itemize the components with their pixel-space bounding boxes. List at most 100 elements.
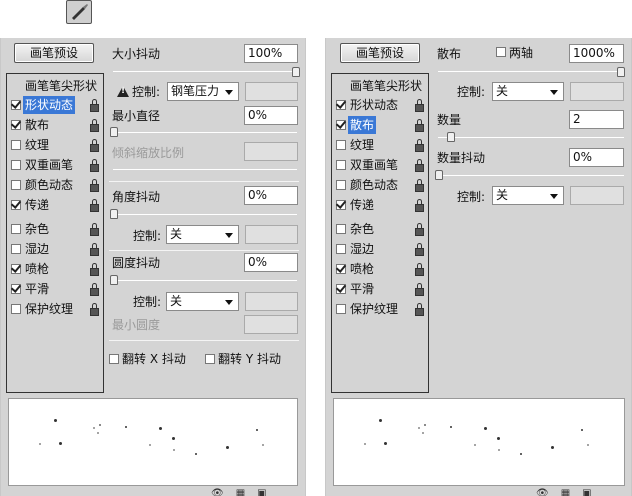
list-item[interactable]: 形状动态 [348,96,400,114]
count-slider-thumb[interactable] [447,132,455,142]
list-item-checkbox[interactable] [11,200,21,210]
lock-icon[interactable] [90,199,99,212]
list-item[interactable]: 传递 [348,196,376,214]
control2-dropdown[interactable]: 关 [492,186,564,205]
count-slider[interactable] [438,137,624,138]
scatter-input[interactable]: 1000% [569,44,624,63]
list-item[interactable]: 纹理 [23,136,51,154]
control2-fade-input[interactable] [570,186,624,205]
brush-presets-button[interactable]: 画笔预设 [14,43,94,63]
list-item-checkbox[interactable] [11,264,21,274]
list-item[interactable]: 保护纹理 [348,300,400,318]
lock-icon[interactable] [415,139,424,152]
list-item[interactable]: 颜色动态 [348,176,400,194]
list-item-checkbox[interactable] [336,120,346,130]
list-item-checkbox[interactable] [336,244,346,254]
control2-fade-input[interactable] [245,225,298,244]
roundness-jitter-slider[interactable] [113,280,297,281]
list-item[interactable]: 形状动态 [23,96,76,114]
lock-icon[interactable] [415,159,424,172]
tilt-scale-slider[interactable] [113,169,297,170]
lock-icon[interactable] [90,243,99,256]
lock-icon[interactable] [90,223,99,236]
lock-icon[interactable] [90,159,99,172]
lock-icon[interactable] [90,303,99,316]
brush-presets-button[interactable]: 画笔预设 [340,43,420,63]
control2-dropdown[interactable]: 关 [166,225,239,244]
list-item-checkbox[interactable] [336,264,346,274]
count-jitter-input[interactable]: 0% [569,148,624,167]
lock-icon[interactable] [90,119,99,132]
list-item[interactable]: 散布 [348,116,377,134]
angle-jitter-input[interactable]: 0% [244,186,298,205]
lock-icon[interactable] [90,263,99,276]
control1-fade-input[interactable] [570,82,624,101]
page-icon[interactable]: ▣ [582,488,591,496]
list-item-checkbox[interactable] [11,140,21,150]
list-item[interactable]: 颜色动态 [23,176,75,194]
list-item[interactable]: 湿边 [348,240,376,258]
eye-icon[interactable]: 👁 [536,488,549,496]
list-item[interactable]: 平滑 [23,280,51,298]
lock-icon[interactable] [415,283,424,296]
list-item-checkbox[interactable] [11,244,21,254]
list-item[interactable]: 喷枪 [348,260,376,278]
list-item-checkbox[interactable] [336,224,346,234]
lock-icon[interactable] [415,243,424,256]
roundness-jitter-input[interactable]: 0% [244,253,298,272]
list-item[interactable]: 喷枪 [23,260,51,278]
lock-icon[interactable] [415,99,424,112]
list-item-checkbox[interactable] [11,120,21,130]
size-jitter-slider-thumb[interactable] [292,67,300,77]
flip-x-checkbox[interactable] [109,354,119,364]
list-item-checkbox[interactable] [336,160,346,170]
list-item[interactable]: 杂色 [23,220,51,238]
list-item-checkbox[interactable] [336,284,346,294]
both-axes-checkbox[interactable] [496,47,506,57]
list-item-checkbox[interactable] [11,100,21,110]
list-item-checkbox[interactable] [11,304,21,314]
tilt-scale-input[interactable] [244,142,298,161]
angle-jitter-slider-thumb[interactable] [110,209,118,219]
list-item-brush-tip-shape[interactable]: 画笔笔尖形状 [350,77,422,95]
new-preset-icon[interactable]: ▦ [561,488,570,496]
list-item[interactable]: 传递 [23,196,51,214]
list-item-checkbox[interactable] [11,160,21,170]
angle-jitter-slider[interactable] [113,214,297,215]
list-item[interactable]: 保护纹理 [23,300,75,318]
count-input[interactable]: 2 [569,110,624,129]
list-item[interactable]: 平滑 [348,280,376,298]
control1-dropdown[interactable]: 钢笔压力 [167,82,239,101]
list-item-checkbox[interactable] [336,100,346,110]
list-item-checkbox[interactable] [336,200,346,210]
list-item[interactable]: 杂色 [348,220,376,238]
roundness-jitter-slider-thumb[interactable] [110,275,118,285]
control1-dropdown[interactable]: 关 [492,82,564,101]
list-item[interactable]: 双重画笔 [23,156,75,174]
brush-tool-icon[interactable] [66,0,92,24]
count-jitter-slider[interactable] [438,175,624,176]
lock-icon[interactable] [415,223,424,236]
list-item-checkbox[interactable] [11,284,21,294]
flip-y-checkbox[interactable] [205,354,215,364]
page-icon[interactable]: ▣ [257,488,266,496]
list-item-checkbox[interactable] [336,180,346,190]
lock-icon[interactable] [415,119,424,132]
size-jitter-input[interactable]: 100% [244,44,298,63]
lock-icon[interactable] [90,139,99,152]
eye-icon[interactable]: 👁 [211,488,224,496]
list-item-checkbox[interactable] [11,180,21,190]
lock-icon[interactable] [90,99,99,112]
min-roundness-input[interactable] [244,315,298,334]
list-item[interactable]: 湿边 [23,240,51,258]
list-item-checkbox[interactable] [336,140,346,150]
lock-icon[interactable] [415,199,424,212]
scatter-slider-thumb[interactable] [617,67,625,77]
control3-fade-input[interactable] [245,292,298,311]
control1-fade-input[interactable] [245,82,298,101]
list-item[interactable]: 纹理 [348,136,376,154]
list-item-brush-tip-shape[interactable]: 画笔笔尖形状 [25,77,97,95]
list-item-checkbox[interactable] [11,224,21,234]
lock-icon[interactable] [415,263,424,276]
size-jitter-slider[interactable] [113,71,297,72]
